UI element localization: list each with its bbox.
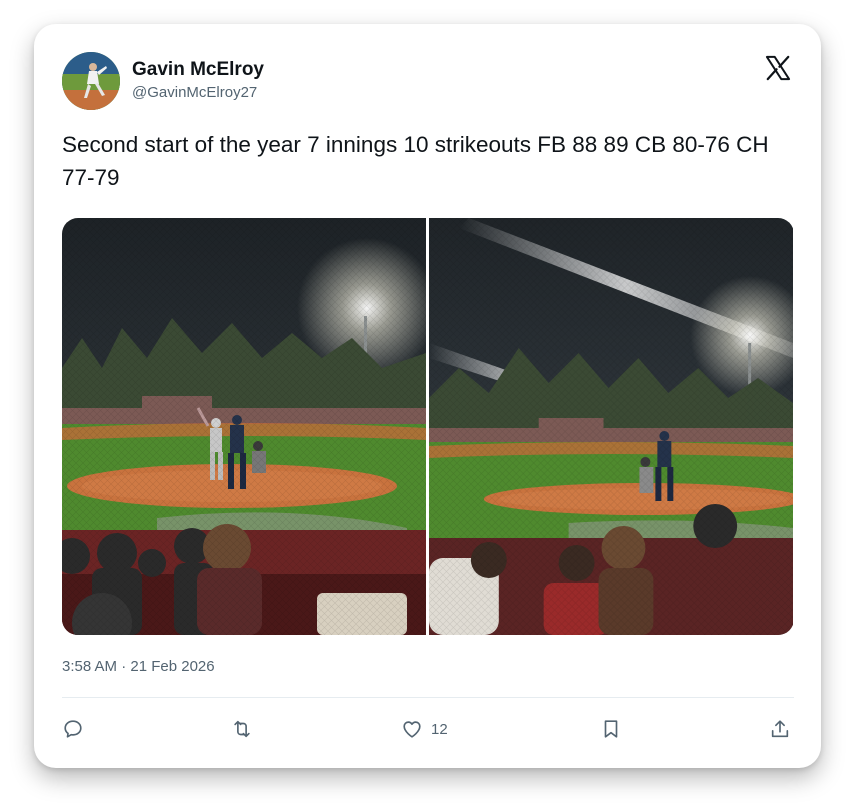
reply-icon: [64, 720, 82, 738]
share-icon: [771, 720, 789, 738]
repost-icon: [234, 720, 250, 738]
author-handle[interactable]: @GavinMcElroy27: [132, 84, 257, 101]
media-grid[interactable]: [62, 218, 794, 635]
bookmark-icon: [604, 720, 618, 738]
author-name[interactable]: Gavin McElroy: [132, 59, 264, 81]
x-logo-icon[interactable]: [764, 54, 792, 82]
tweet-text: Second start of the year 7 innings 10 st…: [62, 132, 769, 190]
share-button[interactable]: [769, 714, 791, 744]
repost-button[interactable]: [231, 714, 253, 744]
heart-icon: [403, 721, 421, 738]
baseball-photo-right[interactable]: [429, 218, 793, 635]
like-count: 12: [431, 720, 448, 738]
divider: [62, 697, 794, 698]
tweet-card: Gavin McElroy @GavinMcElroy27 Second sta…: [34, 24, 821, 768]
bookmark-button[interactable]: [600, 714, 622, 744]
baseball-photo-left[interactable]: [62, 218, 426, 635]
avatar[interactable]: [62, 52, 120, 110]
reply-button[interactable]: [62, 714, 84, 744]
like-button[interactable]: 12: [401, 714, 448, 744]
tweet-timestamp[interactable]: 3:58 AM · 21 Feb 2026: [62, 658, 215, 675]
avatar-pitcher-image: [62, 52, 120, 110]
